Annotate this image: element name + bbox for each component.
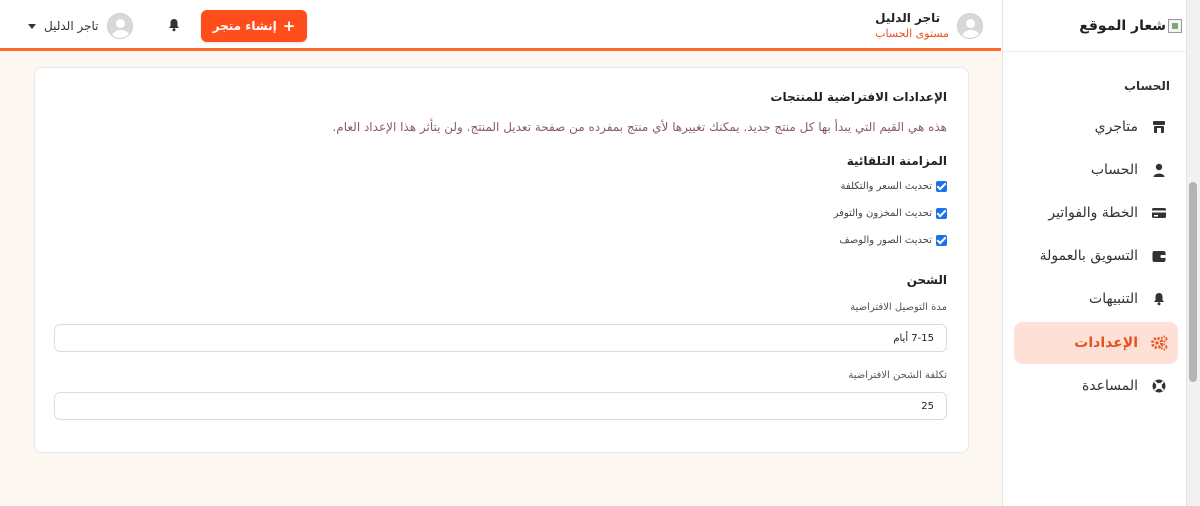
product-defaults-card: الإعدادات الافتراضية للمنتجات هذه هي الق… <box>34 67 969 453</box>
account-info[interactable]: تاجر الدليل مستوى الحساب <box>875 11 983 41</box>
settings-description: هذه هي القيم التي يبدأ بها كل منتج جديد.… <box>332 120 947 134</box>
account-level[interactable]: مستوى الحساب <box>875 26 949 41</box>
user-avatar <box>957 13 983 39</box>
lifebuoy-icon <box>1150 377 1168 395</box>
sidebar-item-affiliate[interactable]: التسويق بالعمولة <box>1014 235 1178 277</box>
user-menu-name: تاجر الدليل <box>44 19 99 33</box>
site-logo[interactable]: شعار الموقع <box>1079 14 1182 38</box>
sidebar-item-label: الخطة والفواتير <box>1048 205 1138 221</box>
checkbox-label: تحديث السعر والتكلفة <box>840 181 932 192</box>
shipping-cost-label: تكلفة الشحن الافتراضية <box>848 370 947 381</box>
top-bar: تاجر الدليل مستوى الحساب + إنشاء متجر تا… <box>0 0 1001 51</box>
checkbox-label: تحديث الصور والوصف <box>839 235 932 246</box>
shipping-section-title: الشحن <box>906 273 947 287</box>
plus-icon: + <box>282 17 296 35</box>
delivery-duration-input[interactable]: 7-15 أيام <box>54 324 947 352</box>
user-name: تاجر الدليل <box>875 11 941 25</box>
user-menu-avatar <box>106 13 133 39</box>
store-icon <box>1150 118 1168 136</box>
sidebar-item-my-stores[interactable]: متاجري <box>1014 106 1178 148</box>
scrollbar-thumb[interactable] <box>1189 182 1197 382</box>
sidebar-item-notifications[interactable]: التنبيهات <box>1014 278 1178 320</box>
checkbox-update-images[interactable]: تحديث الصور والوصف <box>839 235 947 246</box>
shipping-cost-input[interactable]: 25 <box>54 392 947 420</box>
notifications-bell-icon[interactable] <box>166 17 182 33</box>
create-store-label: إنشاء متجر <box>212 19 277 33</box>
sidebar-item-help[interactable]: المساعدة <box>1014 365 1178 407</box>
checkbox-label: تحديث المخزون والتوفر <box>833 208 932 219</box>
sidebar-item-label: المساعدة <box>1081 378 1138 394</box>
wallet-icon <box>1150 247 1168 265</box>
sidebar-item-label: الإعدادات <box>1074 335 1138 351</box>
checkbox-checked[interactable] <box>936 208 947 219</box>
page-title: الإعدادات الافتراضية للمنتجات <box>770 90 947 104</box>
sidebar-divider <box>1002 51 1200 52</box>
user-icon <box>1150 161 1168 179</box>
delivery-duration-label: مدة التوصيل الافتراضية <box>850 302 947 313</box>
checkbox-checked[interactable] <box>936 235 947 246</box>
sidebar-item-plan-billing[interactable]: الخطة والفواتير <box>1014 192 1178 234</box>
broken-image-icon <box>1168 19 1182 33</box>
sidebar-item-label: التنبيهات <box>1089 291 1138 307</box>
bell-icon <box>1150 290 1168 308</box>
sidebar-item-account[interactable]: الحساب <box>1014 149 1178 191</box>
sidebar-item-settings[interactable]: الإعدادات <box>1014 322 1178 364</box>
logo-text: شعار الموقع <box>1079 18 1166 34</box>
sidebar-section-title: الحساب <box>1123 79 1170 93</box>
user-menu[interactable]: تاجر الدليل <box>28 13 133 39</box>
sync-section-title: المزامنة التلقائية <box>846 154 947 168</box>
checkbox-checked[interactable] <box>936 181 947 192</box>
cogs-icon <box>1150 334 1168 352</box>
sidebar-item-label: التسويق بالعمولة <box>1039 248 1138 264</box>
sidebar-item-label: متاجري <box>1094 119 1138 135</box>
credit-card-icon <box>1150 204 1168 222</box>
sidebar-item-label: الحساب <box>1090 162 1138 178</box>
checkbox-update-price[interactable]: تحديث السعر والتكلفة <box>841 181 947 192</box>
create-store-button[interactable]: + إنشاء متجر <box>201 10 307 42</box>
chevron-down-icon <box>28 23 36 29</box>
checkbox-update-stock[interactable]: تحديث المخزون والتوفر <box>834 208 947 219</box>
page-scrollbar[interactable] <box>1186 0 1200 506</box>
sidebar: شعار الموقع الحساب متاجري الحساب الخطة و… <box>1002 0 1200 506</box>
